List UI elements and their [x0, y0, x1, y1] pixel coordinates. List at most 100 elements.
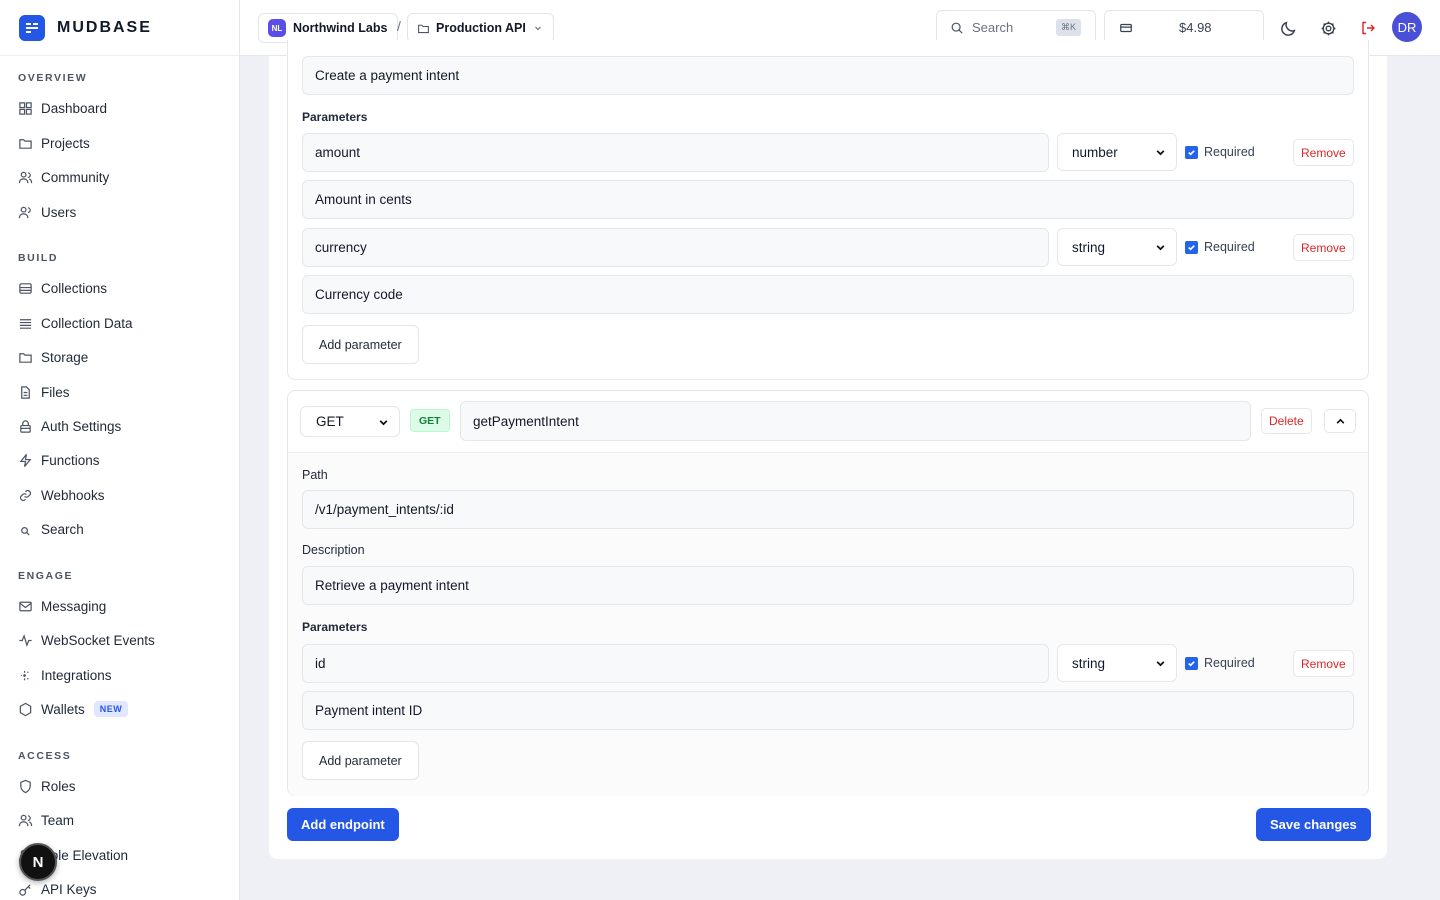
lock-icon	[20, 419, 31, 433]
param-description-field[interactable]: Payment intent ID	[302, 691, 1354, 730]
sidebar-item-community[interactable]: Community	[18, 167, 109, 187]
required-checkbox[interactable]: Required	[1185, 240, 1255, 254]
method-value: GET	[316, 414, 344, 429]
sidebar-item-collection-data[interactable]: Collection Data	[18, 313, 133, 333]
credit-card-icon	[1120, 23, 1132, 32]
add-endpoint-button[interactable]: Add endpoint	[287, 808, 399, 841]
chevron-down-icon	[1156, 150, 1165, 156]
moon-icon	[1280, 21, 1295, 36]
param-name-value: currency	[315, 240, 367, 255]
sidebar-item-search[interactable]: Search	[18, 519, 84, 539]
user-avatar[interactable]: DR	[1392, 12, 1422, 42]
search-icon	[21, 526, 30, 536]
param-type-select[interactable]: string	[1057, 228, 1177, 266]
add-parameter-button[interactable]: Add parameter	[302, 325, 419, 364]
sidebar-item-webhooks[interactable]: Webhooks	[18, 485, 105, 505]
sidebar-item-label: Integrations	[41, 667, 112, 683]
param-name-field[interactable]: id	[302, 644, 1049, 683]
param-name-field[interactable]: currency	[302, 228, 1049, 267]
collapse-button[interactable]	[1324, 409, 1356, 433]
brand[interactable]: MUDBASE	[0, 0, 239, 56]
activity-icon	[19, 633, 32, 647]
parameters-label: Parameters	[302, 110, 368, 124]
folder-icon	[19, 138, 32, 149]
logout-icon	[1362, 21, 1375, 35]
path-field[interactable]: /v1/payment_intents/:id	[302, 490, 1354, 529]
key-icon	[19, 883, 31, 896]
param-name-field[interactable]: amount	[302, 133, 1049, 172]
keyboard-shortcut: ⌘K	[1055, 19, 1081, 36]
search-icon	[951, 22, 963, 34]
param-description-value: Payment intent ID	[315, 703, 423, 718]
remove-param-button[interactable]: Remove	[1293, 234, 1354, 261]
param-description-field[interactable]: Currency code	[302, 275, 1354, 314]
section-title-overview: OVERVIEW	[18, 72, 88, 84]
org-switcher[interactable]: NL Northwind Labs	[258, 13, 399, 43]
dark-mode-toggle[interactable]	[1278, 18, 1298, 38]
sidebar-item-label: Wallets	[41, 701, 85, 717]
param-type-select[interactable]: number	[1057, 133, 1177, 171]
param-description-value: Currency code	[315, 287, 403, 302]
sidebar-item-users[interactable]: Users	[18, 202, 76, 222]
save-changes-button[interactable]: Save changes	[1256, 808, 1371, 841]
database-icon	[19, 282, 32, 294]
sidebar-item-auth-settings[interactable]: Auth Settings	[18, 416, 121, 436]
sidebar-item-collections[interactable]: Collections	[18, 278, 107, 298]
bolt-icon	[19, 453, 32, 467]
sidebar-item-dashboard[interactable]: Dashboard	[18, 98, 107, 118]
sidebar-item-messaging[interactable]: Messaging	[18, 596, 106, 616]
section-title-engage: ENGAGE	[18, 570, 74, 582]
required-checkbox[interactable]: Required	[1185, 145, 1255, 159]
sidebar-item-label: Functions	[41, 452, 100, 468]
sidebar-item-api-keys[interactable]: API Keys	[18, 879, 97, 899]
param-type-select[interactable]: string	[1057, 644, 1177, 682]
chevron-down-icon	[1156, 245, 1165, 251]
org-name: Northwind Labs	[293, 21, 388, 35]
sidebar-item-projects[interactable]: Projects	[18, 133, 90, 153]
sidebar-item-integrations[interactable]: Integrations	[18, 665, 112, 685]
sidebar-item-functions[interactable]: Functions	[18, 450, 100, 470]
shield-icon	[20, 779, 31, 793]
param-name-value: amount	[315, 145, 361, 160]
remove-param-button[interactable]: Remove	[1293, 650, 1354, 677]
sidebar-item-wallets[interactable]: Wallets NEW	[18, 699, 129, 719]
delete-endpoint-button[interactable]: Delete	[1261, 408, 1312, 434]
project-name: Production API	[436, 21, 526, 35]
sidebar-item-websocket-events[interactable]: WebSocket Events	[18, 630, 155, 650]
floating-action-button[interactable]: N	[19, 843, 57, 881]
required-label: Required	[1204, 656, 1255, 670]
param-description-field[interactable]: Amount in cents	[302, 180, 1354, 219]
chevron-down-icon	[1156, 661, 1165, 667]
sidebar-item-label: Collections	[41, 280, 108, 296]
description-value: Retrieve a payment intent	[315, 578, 469, 593]
remove-param-button[interactable]: Remove	[1293, 139, 1354, 166]
sidebar-item-label: Community	[41, 169, 110, 185]
logo-icon	[19, 14, 45, 41]
sidebar-item-label: Webhooks	[41, 487, 105, 503]
sidebar-item-files[interactable]: Files	[18, 382, 70, 402]
sidebar-item-storage[interactable]: Storage	[18, 347, 88, 367]
description-field[interactable]: Create a payment intent	[302, 56, 1354, 95]
sidebar-item-label: Dashboard	[41, 100, 108, 116]
sidebar-item-roles[interactable]: Roles	[18, 776, 76, 796]
project-switcher[interactable]: Production API	[407, 13, 554, 43]
param-type-value: number	[1072, 144, 1118, 160]
method-badge: GET	[410, 409, 450, 432]
parameters-label: Parameters	[302, 620, 368, 634]
method-select[interactable]: GET	[300, 406, 400, 437]
description-field[interactable]: Retrieve a payment intent	[302, 566, 1354, 605]
sidebar-item-label: Files	[41, 384, 70, 400]
sidebar-item-label: Collection Data	[41, 315, 133, 331]
description-value: Create a payment intent	[315, 68, 460, 83]
users-icon	[18, 171, 33, 183]
sidebar: MUDBASE OVERVIEW Dashboard Projects Comm…	[0, 0, 240, 900]
breadcrumb-separator: /	[397, 18, 401, 34]
endpoint-name-field[interactable]: getPaymentIntent	[460, 401, 1251, 441]
settings-button[interactable]	[1318, 18, 1338, 38]
sidebar-item-team[interactable]: Team	[18, 810, 74, 830]
hexagon-icon	[19, 702, 32, 716]
logout-button[interactable]	[1358, 18, 1378, 38]
new-badge: NEW	[93, 701, 129, 717]
required-checkbox[interactable]: Required	[1185, 656, 1255, 670]
add-parameter-button[interactable]: Add parameter	[302, 741, 419, 780]
